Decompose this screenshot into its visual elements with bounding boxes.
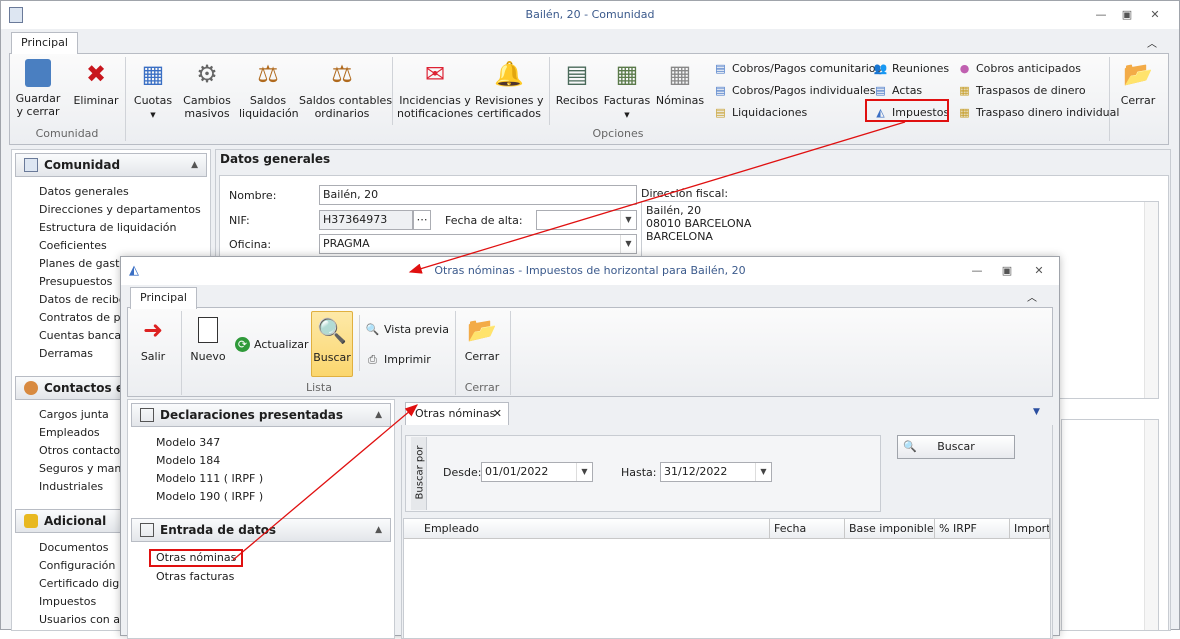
dialog-tab-principal[interactable]: Principal (130, 287, 197, 309)
arrow-to-tab (232, 404, 418, 561)
tab-principal[interactable]: Principal (11, 32, 78, 54)
annotation-arrows (232, 121, 906, 561)
arrow-to-dialog (408, 121, 906, 274)
